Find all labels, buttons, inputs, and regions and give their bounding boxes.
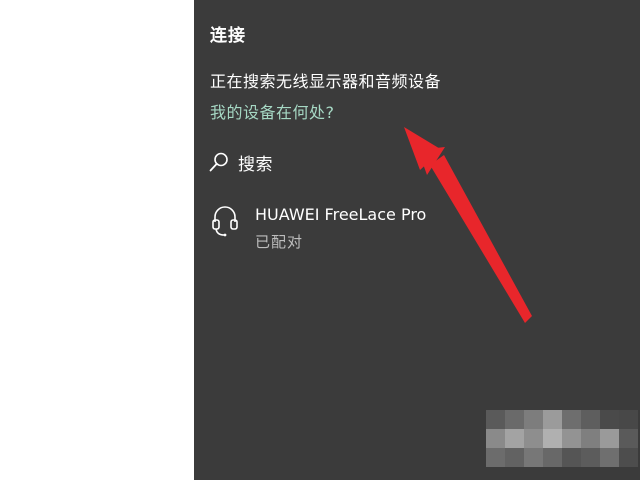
pixelated-watermark <box>486 410 640 468</box>
desktop-area <box>0 0 194 480</box>
where-is-my-device-link[interactable]: 我的设备在何处? <box>210 99 335 123</box>
panel-title: 连接 <box>210 26 246 46</box>
search-label: 搜索 <box>238 154 273 175</box>
connect-panel: 连接 正在搜索无线显示器和音频设备 我的设备在何处? 搜索 HUAWEI Fre… <box>194 0 640 480</box>
device-item-huawei-freelace-pro[interactable]: HUAWEI FreeLace Pro 已配对 <box>208 200 508 254</box>
screen: 连接 正在搜索无线显示器和音频设备 我的设备在何处? 搜索 HUAWEI Fre… <box>0 0 640 480</box>
headset-icon <box>212 205 238 237</box>
device-name: HUAWEI FreeLace Pro <box>255 205 427 224</box>
device-status: 已配对 <box>255 233 304 251</box>
search-button[interactable]: 搜索 <box>208 147 273 177</box>
search-status-text: 正在搜索无线显示器和音频设备 <box>210 72 442 91</box>
search-icon <box>208 151 230 173</box>
